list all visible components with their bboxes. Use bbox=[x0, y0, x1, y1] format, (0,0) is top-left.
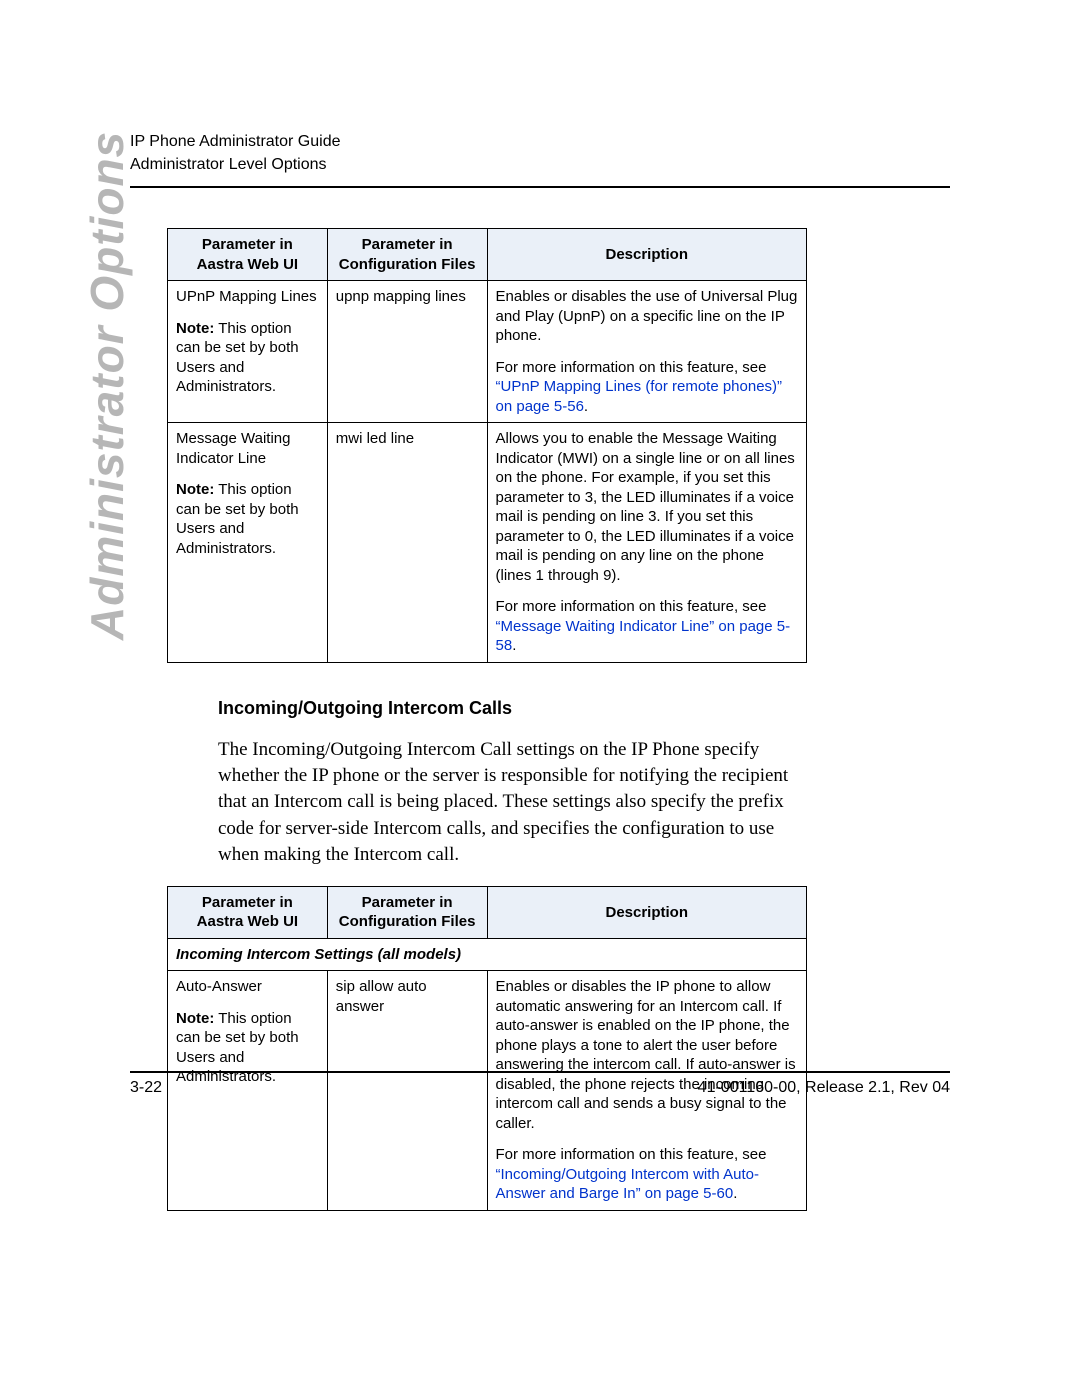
section-heading: Incoming/Outgoing Intercom Calls bbox=[218, 698, 950, 719]
page-link[interactable]: page 5-56 bbox=[516, 398, 584, 415]
doc-id: 41-001160-00, Release 2.1, Rev 04 bbox=[698, 1079, 950, 1097]
col-header-webui: Parameter in Aastra Web UI bbox=[168, 886, 328, 938]
footer: 3-22 41-001160-00, Release 2.1, Rev 04 bbox=[130, 1071, 950, 1097]
side-label: Administrator Options bbox=[80, 131, 134, 640]
table-row: UPnP Mapping Lines Note: This option can… bbox=[168, 281, 807, 423]
running-header: IP Phone Administrator Guide Administrat… bbox=[130, 130, 950, 176]
page-number: 3-22 bbox=[130, 1079, 162, 1097]
header-rule bbox=[130, 186, 950, 188]
col-header-cfg: Parameter in Configuration Files bbox=[327, 886, 487, 938]
col-header-webui: Parameter in Aastra Web UI bbox=[168, 229, 328, 281]
param-cfg: mwi led line bbox=[327, 423, 487, 663]
param-desc-moreinfo: For more information on this feature, se… bbox=[496, 1145, 799, 1204]
params-table-2: Parameter in Aastra Web UI Parameter in … bbox=[167, 886, 807, 1211]
param-webui: Message Waiting Indicator Line bbox=[176, 429, 319, 468]
col-header-desc: Description bbox=[487, 886, 807, 938]
section-paragraph: The Incoming/Outgoing Intercom Call sett… bbox=[218, 737, 808, 868]
param-desc: Enables or disables the use of Universal… bbox=[496, 287, 799, 346]
param-webui: Auto-Answer bbox=[176, 977, 319, 997]
param-note: Note: This option can be set by both Use… bbox=[176, 319, 319, 397]
header-line1: IP Phone Administrator Guide bbox=[130, 130, 950, 153]
param-desc-moreinfo: For more information on this feature, se… bbox=[496, 597, 799, 656]
doc-link[interactable]: UPnP Mapping Lines (for remote phones) bbox=[496, 378, 783, 395]
param-webui: UPnP Mapping Lines bbox=[176, 287, 319, 307]
param-cfg: upnp mapping lines bbox=[327, 281, 487, 423]
param-note: Note: This option can be set by both Use… bbox=[176, 480, 319, 558]
param-desc: Enables or disables the IP phone to allo… bbox=[496, 977, 799, 1133]
table-section-label: Incoming Intercom Settings (all models) bbox=[168, 938, 807, 971]
col-header-desc: Description bbox=[487, 229, 807, 281]
param-desc-moreinfo: For more information on this feature, se… bbox=[496, 358, 799, 417]
param-desc: Allows you to enable the Message Waiting… bbox=[496, 429, 799, 585]
col-header-cfg: Parameter in Configuration Files bbox=[327, 229, 487, 281]
header-line2: Administrator Level Options bbox=[130, 153, 950, 176]
footer-rule bbox=[130, 1071, 950, 1073]
page-link[interactable]: page 5-60 bbox=[666, 1185, 734, 1202]
table-section-row: Incoming Intercom Settings (all models) bbox=[168, 938, 807, 971]
table-row: Message Waiting Indicator Line Note: Thi… bbox=[168, 423, 807, 663]
params-table-1: Parameter in Aastra Web UI Parameter in … bbox=[167, 228, 807, 663]
doc-link[interactable]: Message Waiting Indicator Line bbox=[496, 618, 715, 635]
